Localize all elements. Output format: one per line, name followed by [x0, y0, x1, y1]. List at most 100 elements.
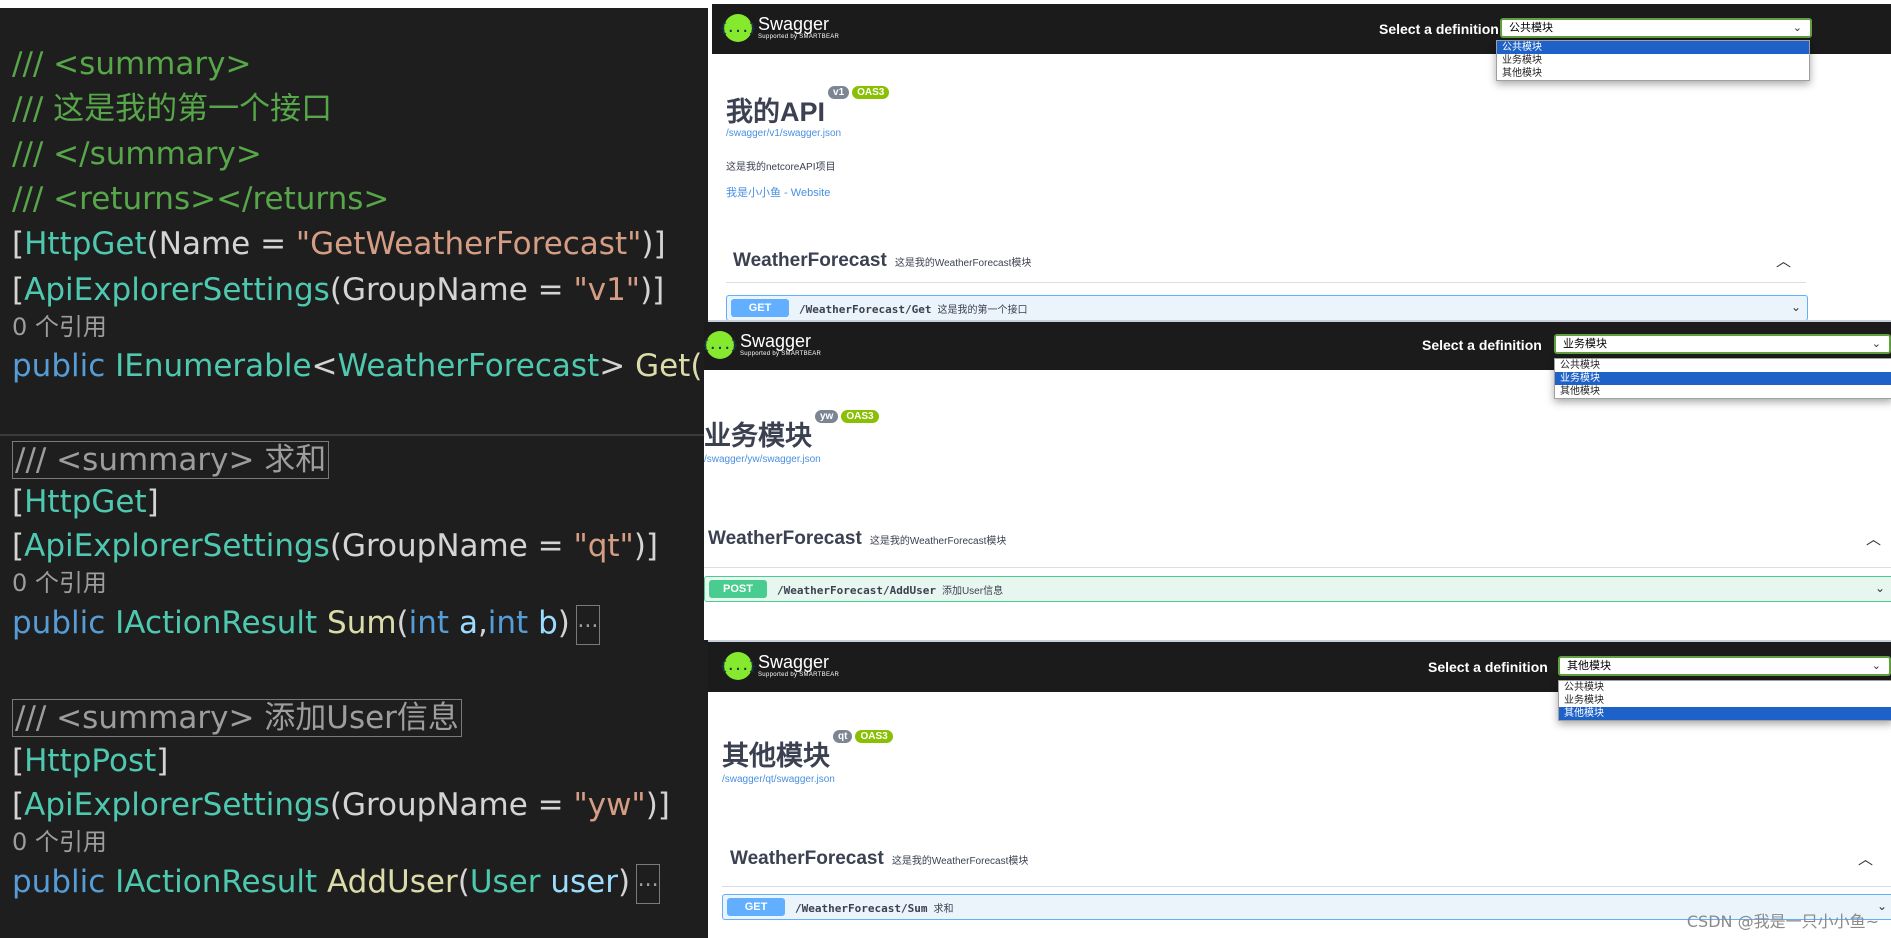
definition-option[interactable]: 其他模块 — [1559, 707, 1891, 720]
definition-option[interactable]: 其他模块 — [1555, 385, 1891, 398]
operation-summary: 这是我的第一个接口 — [937, 305, 1028, 316]
type-name: IActionResult — [115, 864, 318, 900]
chevron-up-icon[interactable]: ︿ — [1866, 528, 1881, 549]
api-title: 我的APIv1 OAS3 — [726, 86, 890, 129]
definition-option[interactable]: 公共模块 — [1497, 41, 1809, 54]
collapsed-body-ellipsis[interactable]: ... — [636, 863, 661, 904]
reference-count[interactable]: 0 个引用 — [12, 568, 107, 598]
operation-path: /WeatherForecast/Sum — [795, 902, 928, 915]
tag-name: WeatherForecast — [733, 250, 887, 271]
swagger-logo-title: Swagger — [758, 652, 830, 672]
chevron-up-icon[interactable]: ︿ — [1776, 250, 1791, 271]
swagger-logo[interactable]: {...} Swagger Supported by SMARTBEAR — [720, 14, 840, 42]
swagger-logo-subtitle: Supported by SMARTBEAR — [758, 34, 840, 40]
attr-param: Name = — [158, 226, 296, 262]
definition-option[interactable]: 业务模块 — [1555, 372, 1891, 385]
code-editor[interactable]: /// <summary> /// 这是我的第一个接口 /// </summar… — [0, 0, 708, 938]
http-method-badge: GET — [731, 299, 789, 317]
tag-name: WeatherForecast — [708, 528, 862, 549]
param-name: user — [550, 864, 618, 900]
tag-header[interactable]: WeatherForecast 这是我的WeatherForecast模块 — [730, 848, 1028, 870]
http-method-badge: POST — [709, 580, 767, 598]
attr-value: "v1" — [573, 272, 641, 308]
attr-param: GroupName = — [341, 528, 574, 564]
reference-count[interactable]: 0 个引用 — [12, 312, 107, 342]
param-name: a — [458, 605, 478, 641]
attr-value: "yw" — [573, 787, 646, 823]
http-method-badge: GET — [727, 898, 785, 916]
swagger-json-link[interactable]: /swagger/yw/swagger.json — [704, 454, 821, 465]
swagger-logo-icon: {...} — [720, 652, 756, 680]
operation-row[interactable]: GET /WeatherForecast/Get 这是我的第一个接口 ⌄ — [726, 295, 1808, 321]
attr-name: HttpPost — [24, 743, 157, 779]
definition-option[interactable]: 业务模块 — [1497, 54, 1809, 67]
operation-summary: 添加User信息 — [941, 586, 1004, 597]
definition-option[interactable]: 公共模块 — [1555, 359, 1891, 372]
attr-value: "qt" — [573, 528, 634, 564]
version-badge: v1 — [828, 86, 850, 99]
attr-param: GroupName = — [341, 272, 574, 308]
chevron-down-icon: ⌄ — [1792, 21, 1802, 34]
chevron-down-icon: ⌄ — [1790, 300, 1801, 314]
definition-select-value: 公共模块 — [1509, 21, 1553, 34]
collapsed-body-ellipsis[interactable]: ... — [575, 604, 600, 645]
definition-option[interactable]: 其他模块 — [1497, 67, 1809, 80]
chevron-up-icon[interactable]: ︿ — [1858, 848, 1873, 869]
type-name: WeatherForecast — [337, 348, 600, 384]
tag-header[interactable]: WeatherForecast 这是我的WeatherForecast模块 — [733, 250, 1031, 272]
method-signature-get: public IEnumerable<WeatherForecast> Get(… — [12, 346, 708, 386]
api-title: 业务模块yw OAS3 — [704, 410, 879, 453]
contact-link[interactable]: 我是小小鱼 - Website — [726, 184, 830, 200]
version-badge: qt — [833, 730, 853, 743]
operation-summary: 求和 — [933, 904, 954, 915]
summary-text-line: /// 这是我的第一个接口 — [12, 91, 333, 127]
swagger-logo-title: Swagger — [740, 331, 812, 351]
select-definition-label: Select a definition — [1422, 337, 1542, 353]
collapsed-summary[interactable]: /// <summary> 添加User信息 — [12, 698, 462, 738]
oas-badge: OAS3 — [841, 410, 879, 423]
chevron-down-icon: ⌄ — [1871, 659, 1881, 672]
attr-name: ApiExplorerSettings — [24, 528, 330, 564]
tag-divider — [722, 886, 1891, 887]
api-title-text: 我的API — [726, 97, 826, 127]
swagger-logo-subtitle: Supported by SMARTBEAR — [758, 672, 840, 678]
param-type: User — [469, 864, 541, 900]
reference-count[interactable]: 0 个引用 — [12, 827, 107, 857]
api-explorer-attribute-line: [ApiExplorerSettings(GroupName = "qt")] — [12, 528, 659, 564]
operation-path: /WeatherForecast/Get — [799, 303, 932, 316]
collapsed-summary[interactable]: /// <summary> 求和 — [12, 440, 330, 480]
tag-header[interactable]: WeatherForecast 这是我的WeatherForecast模块 — [708, 528, 1006, 550]
http-get-attribute-line: [HttpGet] — [12, 484, 159, 520]
attr-name: HttpGet — [24, 226, 147, 262]
swagger-json-link[interactable]: /swagger/qt/swagger.json — [722, 774, 835, 785]
definition-select[interactable]: 其他模块 ⌄ — [1558, 656, 1891, 676]
type-name: IActionResult — [115, 605, 318, 641]
attr-name: ApiExplorerSettings — [24, 272, 330, 308]
param-type: int — [487, 605, 529, 641]
swagger-logo[interactable]: {...} Swagger Supported by SMARTBEAR — [704, 331, 821, 359]
definition-select-value: 其他模块 — [1567, 659, 1611, 672]
definition-select[interactable]: 业务模块 ⌄ — [1554, 334, 1891, 354]
collapsed-summary-text: /// <summary> 添加User信息 — [12, 699, 462, 737]
swagger-logo-icon: {...} — [720, 14, 756, 42]
definition-option[interactable]: 公共模块 — [1559, 681, 1891, 694]
attr-name: HttpGet — [24, 484, 147, 520]
select-definition-label: Select a definition — [1379, 21, 1499, 37]
select-definition-label: Select a definition — [1428, 659, 1548, 675]
api-title-text: 其他模块 — [722, 741, 830, 771]
definition-select[interactable]: 公共模块 ⌄ — [1500, 18, 1812, 38]
swagger-logo-icon: {...} — [704, 331, 738, 359]
tag-description: 这是我的WeatherForecast模块 — [891, 856, 1029, 867]
definition-option[interactable]: 业务模块 — [1559, 694, 1891, 707]
method-signature-adduser: public IActionResult AddUser(User user).… — [12, 862, 661, 904]
swagger-json-link[interactable]: /swagger/v1/swagger.json — [726, 128, 841, 139]
definition-dropdown: 公共模块 业务模块 其他模块 — [1558, 680, 1891, 721]
method-name: Sum — [327, 605, 397, 641]
api-explorer-attribute-line: [ApiExplorerSettings(GroupName = "yw")] — [12, 787, 670, 823]
version-badge: yw — [815, 410, 839, 423]
keyword: public — [12, 348, 106, 384]
watermark: CSDN @我是一只小小鱼~ — [1686, 912, 1879, 931]
definition-dropdown: 公共模块 业务模块 其他模块 — [1496, 40, 1810, 81]
swagger-logo[interactable]: {...} Swagger Supported by SMARTBEAR — [720, 652, 840, 680]
operation-row[interactable]: POST /WeatherForecast/AddUser 添加User信息 ⌄ — [704, 576, 1891, 602]
